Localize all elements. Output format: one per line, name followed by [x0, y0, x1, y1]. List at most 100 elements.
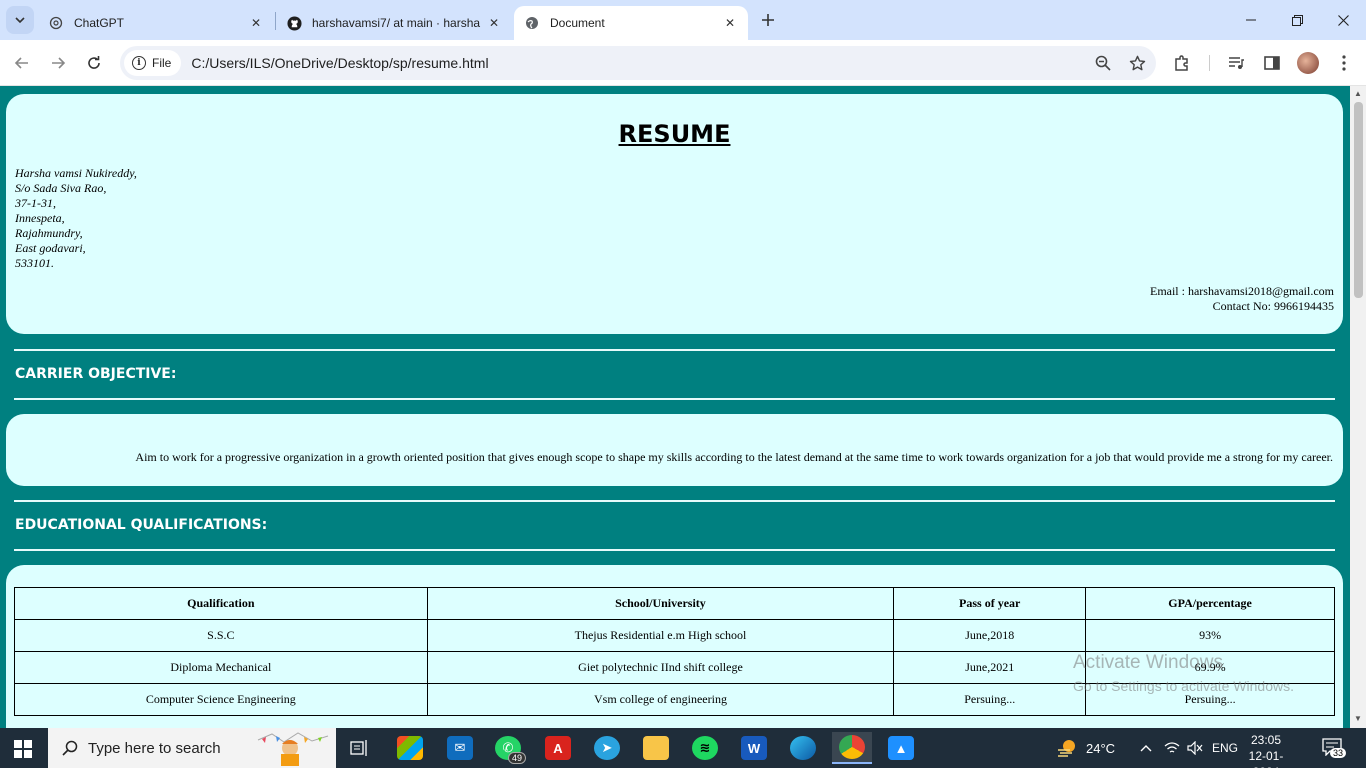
github-icon	[286, 15, 302, 31]
taskbar-telegram[interactable]: ➤	[587, 732, 627, 764]
back-button[interactable]	[10, 51, 34, 75]
close-icon[interactable]: ✕	[722, 15, 738, 31]
globe-icon	[524, 15, 540, 31]
address-line: East godavari,	[15, 241, 86, 255]
address-line: 533101.	[15, 256, 54, 270]
wifi-icon	[1164, 742, 1180, 753]
playlist-icon	[1229, 57, 1244, 69]
scroll-thumb[interactable]	[1354, 102, 1363, 298]
table-cell: Computer Science Engineering	[14, 683, 428, 716]
page-scrollbar[interactable]: ▲ ▼	[1350, 86, 1366, 728]
activate-windows-watermark: Activate Windows Go to Settings to activ…	[1073, 652, 1294, 694]
folder-icon	[643, 736, 669, 760]
forward-button[interactable]	[46, 51, 70, 75]
column-header: GPA/percentage	[1085, 587, 1335, 620]
reload-button[interactable]	[82, 51, 106, 75]
extensions-button[interactable]	[1170, 51, 1194, 75]
close-window-button[interactable]	[1320, 0, 1366, 40]
taskbar-search-box[interactable]: Type here to search	[48, 728, 336, 768]
chatgpt-icon	[48, 15, 64, 31]
tab-search-button[interactable]	[6, 6, 34, 34]
chrome-icon	[839, 735, 865, 759]
start-button[interactable]	[14, 740, 32, 758]
tab-strip: ChatGPT ✕ harshavamsi7/ at main · harsha…	[0, 0, 1366, 40]
taskbar-file-explorer[interactable]	[636, 732, 676, 764]
close-icon[interactable]: ✕	[486, 15, 502, 31]
taskbar-word[interactable]: W	[734, 732, 774, 764]
zoom-icon[interactable]	[1088, 48, 1118, 78]
more-vert-icon	[1342, 55, 1346, 71]
column-header: Qualification	[14, 587, 428, 620]
volume-control[interactable]	[1187, 728, 1203, 768]
puzzle-icon	[1175, 55, 1188, 71]
language-indicator[interactable]: ENG	[1212, 728, 1238, 768]
site-chip-label: File	[152, 56, 172, 70]
address-line: Harsha vamsi Nukireddy,	[15, 166, 137, 180]
table-cell: S.S.C	[14, 619, 428, 652]
taskbar-whatsapp[interactable]: ✆ 49	[488, 732, 528, 764]
address-line: Innespeta,	[15, 211, 65, 225]
taskbar-chrome[interactable]	[832, 732, 872, 764]
toolbar-divider	[1209, 55, 1210, 71]
table-cell: Thejus Residential e.m High school	[426, 619, 895, 652]
tab-github[interactable]: harshavamsi7/ at main · harsha ✕	[276, 6, 512, 40]
scroll-up-icon[interactable]: ▲	[1354, 89, 1362, 98]
mail-icon: ✉	[447, 736, 473, 760]
plus-icon	[762, 14, 774, 26]
table-cell: Diploma Mechanical	[14, 651, 428, 684]
close-icon[interactable]: ✕	[248, 15, 264, 31]
weather-icon	[1058, 740, 1075, 757]
taskbar-microsoft-store[interactable]	[390, 732, 430, 764]
weather-widget[interactable]: 24°C	[1056, 728, 1115, 768]
chevron-up-icon	[1140, 745, 1152, 752]
watermark-title: Activate Windows	[1073, 652, 1223, 673]
temperature: 24°C	[1086, 740, 1116, 756]
tab-title: Document	[550, 16, 605, 30]
reload-icon	[88, 56, 100, 69]
media-control-button[interactable]	[1224, 51, 1248, 75]
minimize-icon	[1246, 19, 1256, 21]
header-card: RESUME Harsha vamsi Nukireddy, S/o Sada …	[6, 94, 1343, 334]
taskbar-spotify[interactable]: ≋	[685, 732, 725, 764]
table-cell: June,2021	[893, 651, 1087, 684]
url-text[interactable]: C:/Users/ILS/OneDrive/Desktop/sp/resume.…	[191, 55, 1088, 71]
scroll-down-icon[interactable]: ▼	[1354, 714, 1362, 723]
page-viewport: RESUME Harsha vamsi Nukireddy, S/o Sada …	[0, 86, 1350, 728]
taskbar-mail[interactable]: ✉	[440, 732, 480, 764]
language-label: ENG	[1212, 741, 1239, 755]
tab-document[interactable]: Document ✕	[514, 6, 748, 40]
taskbar-acrobat[interactable]: A	[538, 732, 578, 764]
close-icon	[1337, 14, 1349, 26]
contact-block: Email : harshavamsi2018@gmail.com Contac…	[1150, 284, 1334, 314]
site-info-chip[interactable]: i File	[124, 50, 182, 76]
search-icon	[62, 740, 78, 756]
browser-menu-button[interactable]	[1332, 51, 1356, 75]
phone-text: Contact No: 9966194435	[1212, 299, 1334, 313]
table-cell: June,2018	[893, 619, 1087, 652]
address-bar[interactable]: i File C:/Users/ILS/OneDrive/Desktop/sp/…	[120, 46, 1156, 80]
address-block: Harsha vamsi Nukireddy, S/o Sada Siva Ra…	[15, 166, 137, 271]
objective-heading: CARRIER OBJECTIVE:	[15, 366, 177, 382]
tab-chatgpt[interactable]: ChatGPT ✕	[38, 6, 274, 40]
show-hidden-icons[interactable]	[1140, 728, 1152, 768]
new-tab-button[interactable]	[757, 9, 779, 31]
spotify-icon: ≋	[692, 736, 718, 760]
table-cell: Giet polytechnic IInd shift college	[426, 651, 895, 684]
side-panel-button[interactable]	[1260, 51, 1284, 75]
word-icon: W	[741, 736, 767, 760]
column-header: School/University	[426, 587, 895, 620]
task-view-button[interactable]	[340, 732, 380, 764]
tab-title: harshavamsi7/ at main · harsha	[312, 16, 481, 30]
minimize-button[interactable]	[1228, 0, 1274, 40]
chevron-down-icon	[15, 17, 25, 24]
bookmark-star-icon[interactable]	[1122, 48, 1152, 78]
system-clock[interactable]: 23:05 12-01-2024	[1237, 732, 1295, 768]
watermark-subtitle: Go to Settings to activate Windows.	[1073, 678, 1294, 694]
info-icon: i	[132, 56, 146, 70]
taskbar-photos[interactable]: ▲	[881, 732, 921, 764]
network-status[interactable]	[1164, 728, 1180, 768]
restore-button[interactable]	[1274, 0, 1320, 40]
taskbar-edge[interactable]	[783, 732, 823, 764]
notification-count-badge: 33	[1330, 748, 1347, 758]
profile-avatar[interactable]	[1297, 52, 1319, 74]
